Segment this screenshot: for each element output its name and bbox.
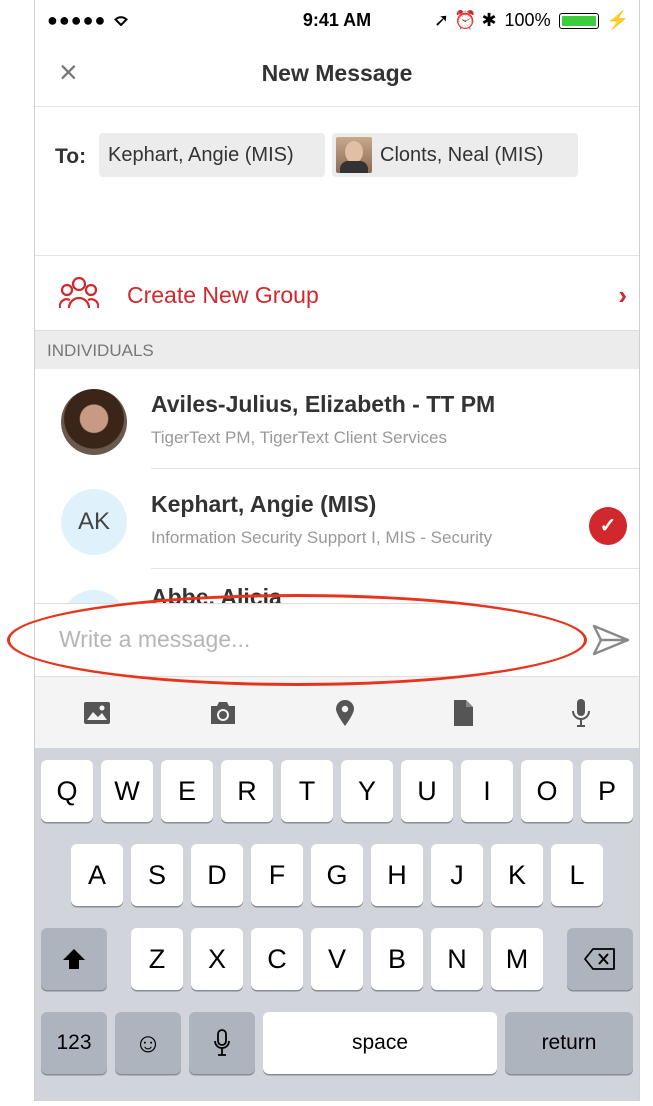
dictation-key[interactable]: [189, 1012, 255, 1074]
avatar: AK: [61, 489, 127, 555]
key-t[interactable]: T: [281, 760, 333, 822]
send-icon[interactable]: [591, 622, 631, 663]
key-f[interactable]: F: [251, 844, 303, 906]
message-composer[interactable]: Write a message...: [35, 603, 639, 676]
shift-key[interactable]: [41, 928, 107, 990]
avatar: [61, 389, 127, 455]
numbers-key[interactable]: 123: [41, 1012, 107, 1074]
contact-name: Kephart, Angie (MIS): [151, 491, 377, 517]
microphone-icon[interactable]: [571, 698, 591, 728]
recipient-chip[interactable]: Clonts, Neal (MIS): [332, 133, 578, 177]
contact-row[interactable]: Aviles-Julius, Elizabeth - TT PM TigerTe…: [35, 369, 639, 469]
section-header: INDIVIDUALS: [35, 331, 639, 369]
key-n[interactable]: N: [431, 928, 483, 990]
contact-name: Aviles-Julius, Elizabeth - TT PM: [151, 391, 496, 417]
create-group-label: Create New Group: [127, 282, 319, 308]
chevron-right-icon: ›: [618, 280, 627, 310]
key-x[interactable]: X: [191, 928, 243, 990]
key-b[interactable]: B: [371, 928, 423, 990]
page-title: New Message: [261, 60, 413, 86]
key-a[interactable]: A: [71, 844, 123, 906]
contact-subtitle: Information Security Support I, MIS - Se…: [151, 528, 493, 547]
space-key[interactable]: space: [263, 1012, 497, 1074]
battery-icon: [558, 12, 599, 29]
navigation-bar: × New Message: [35, 40, 639, 107]
key-q[interactable]: Q: [41, 760, 93, 822]
recipient-chip[interactable]: Kephart, Angie (MIS): [99, 133, 325, 177]
contact-row[interactable]: AK Kephart, Angie (MIS) Information Secu…: [35, 469, 639, 569]
status-right: ➚ ⏰ ✱ 100% ⚡: [434, 10, 629, 31]
key-j[interactable]: J: [431, 844, 483, 906]
delete-key[interactable]: [567, 928, 633, 990]
camera-icon[interactable]: [208, 700, 238, 726]
key-d[interactable]: D: [191, 844, 243, 906]
backspace-icon: [584, 948, 615, 970]
key-m[interactable]: M: [491, 928, 543, 990]
key-v[interactable]: V: [311, 928, 363, 990]
to-label: To:: [55, 145, 87, 168]
key-r[interactable]: R: [221, 760, 273, 822]
key-h[interactable]: H: [371, 844, 423, 906]
key-c[interactable]: C: [251, 928, 303, 990]
emoji-key[interactable]: ☺: [115, 1012, 181, 1074]
message-input[interactable]: Write a message...: [59, 626, 250, 653]
key-p[interactable]: P: [581, 760, 633, 822]
key-i[interactable]: I: [461, 760, 513, 822]
battery-percent: 100%: [504, 10, 551, 30]
charging-icon: ⚡: [606, 10, 629, 30]
create-new-group-row[interactable]: Create New Group ›: [35, 256, 639, 331]
phone-screen: ●●●●● 9:41 AM ➚ ⏰ ✱ 100% ⚡ × New Message…: [34, 0, 640, 1101]
selected-check-icon[interactable]: ✓: [589, 507, 627, 545]
section-title: INDIVIDUALS: [47, 341, 154, 360]
key-z[interactable]: Z: [131, 928, 183, 990]
status-icons: ➚ ⏰ ✱: [433, 10, 497, 30]
recipient-avatar: [336, 137, 372, 173]
keyboard: Q W E R T Y U I O P A S D F G H J K L Z …: [35, 748, 639, 1100]
contact-subtitle: TigerText PM, TigerText Client Services: [151, 428, 448, 447]
to-field[interactable]: To: Kephart, Angie (MIS) Clonts, Neal (M…: [35, 107, 639, 256]
key-l[interactable]: L: [551, 844, 603, 906]
key-s[interactable]: S: [131, 844, 183, 906]
return-key[interactable]: return: [505, 1012, 633, 1074]
group-icon: [58, 276, 100, 315]
microphone-icon: [214, 1029, 230, 1056]
image-icon[interactable]: [83, 701, 111, 725]
key-o[interactable]: O: [521, 760, 573, 822]
location-icon[interactable]: [334, 699, 356, 727]
shift-icon: [63, 949, 85, 969]
key-k[interactable]: K: [491, 844, 543, 906]
key-u[interactable]: U: [401, 760, 453, 822]
attachment-bar: [35, 676, 639, 749]
recipient-name: Kephart, Angie (MIS): [108, 143, 294, 166]
recipient-name: Clonts, Neal (MIS): [380, 143, 544, 166]
key-w[interactable]: W: [101, 760, 153, 822]
key-e[interactable]: E: [161, 760, 213, 822]
document-icon[interactable]: [452, 699, 474, 727]
status-bar: ●●●●● 9:41 AM ➚ ⏰ ✱ 100% ⚡: [35, 0, 639, 40]
key-y[interactable]: Y: [341, 760, 393, 822]
key-g[interactable]: G: [311, 844, 363, 906]
